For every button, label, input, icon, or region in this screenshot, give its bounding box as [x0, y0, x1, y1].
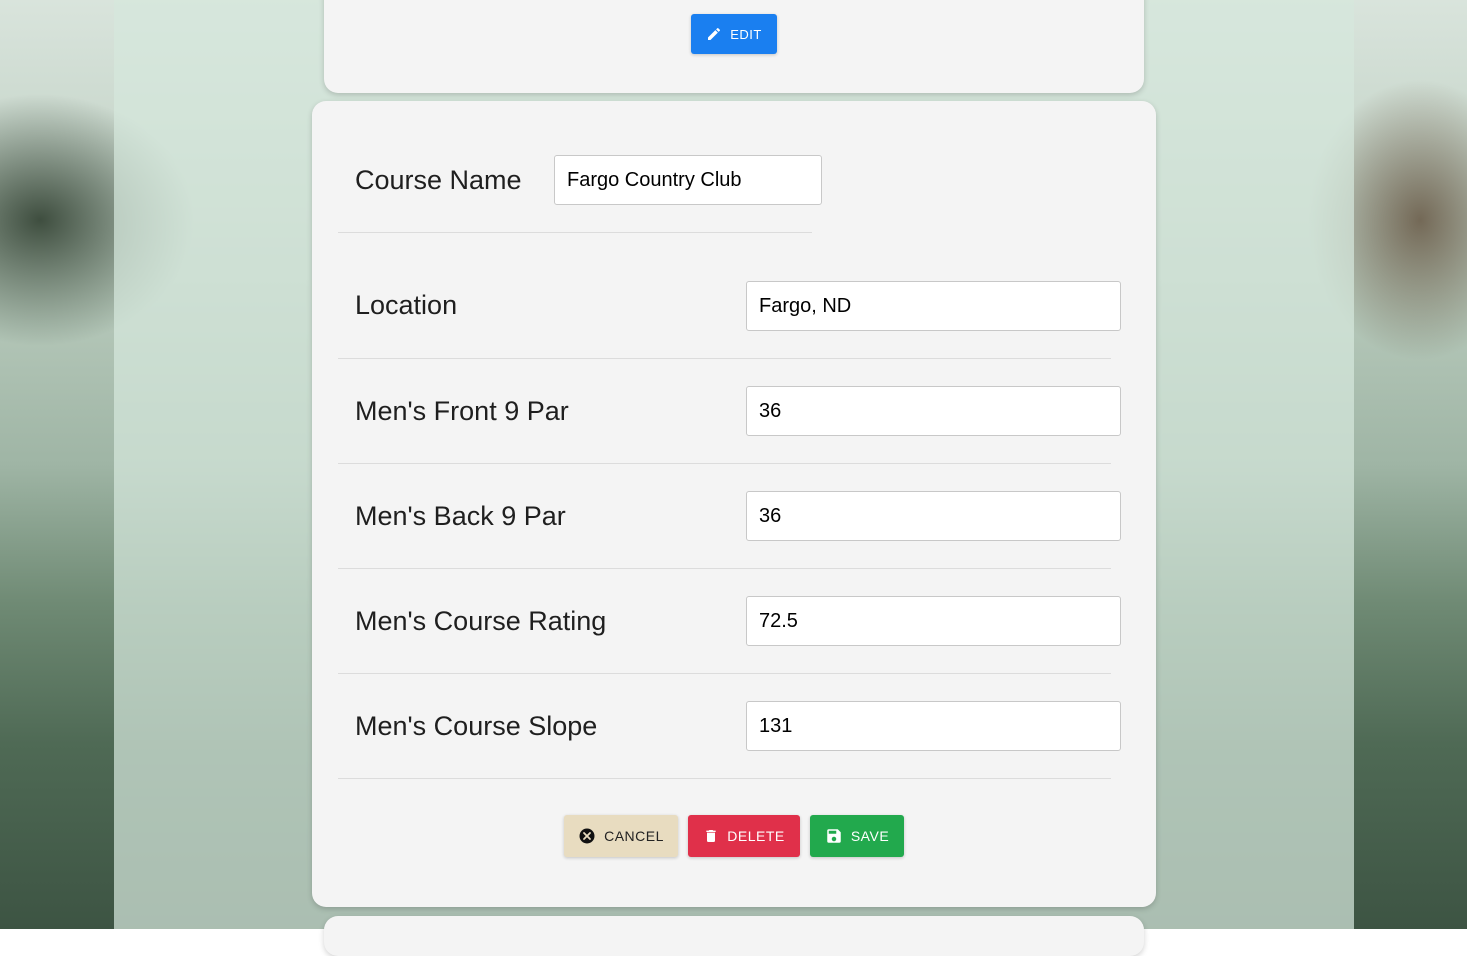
cancel-button[interactable]: CANCEL [564, 815, 678, 857]
divider [338, 232, 812, 233]
location-label: Location [355, 290, 458, 320]
course-name-label: Course Name [355, 165, 522, 195]
delete-button-label: DELETE [727, 828, 785, 844]
close-circle-icon [578, 827, 596, 845]
course-rating-input[interactable] [746, 596, 1121, 646]
course-name-input[interactable] [554, 155, 822, 205]
back-nine-par-input[interactable] [746, 491, 1121, 541]
pencil-icon [706, 26, 722, 42]
save-button[interactable]: SAVE [810, 815, 904, 857]
delete-button[interactable]: DELETE [688, 815, 800, 857]
floppy-disk-icon [825, 827, 843, 845]
next-course-card [324, 916, 1144, 956]
course-slope-label: Men's Course Slope [355, 711, 598, 741]
cancel-button-label: CANCEL [604, 828, 664, 844]
front-nine-par-input[interactable] [746, 386, 1121, 436]
edit-button-label: EDIT [730, 26, 762, 42]
save-button-label: SAVE [850, 828, 890, 844]
divider [338, 778, 1111, 779]
divider [338, 673, 1111, 674]
front-nine-par-label: Men's Front 9 Par [355, 396, 569, 426]
divider [338, 568, 1111, 569]
edit-button[interactable]: EDIT [691, 14, 777, 54]
divider [338, 358, 1111, 359]
course-slope-input[interactable] [746, 701, 1121, 751]
back-nine-par-label: Men's Back 9 Par [355, 501, 566, 531]
location-input[interactable] [746, 281, 1121, 331]
course-rating-label: Men's Course Rating [355, 606, 607, 636]
trash-icon [703, 827, 719, 845]
divider [338, 463, 1111, 464]
